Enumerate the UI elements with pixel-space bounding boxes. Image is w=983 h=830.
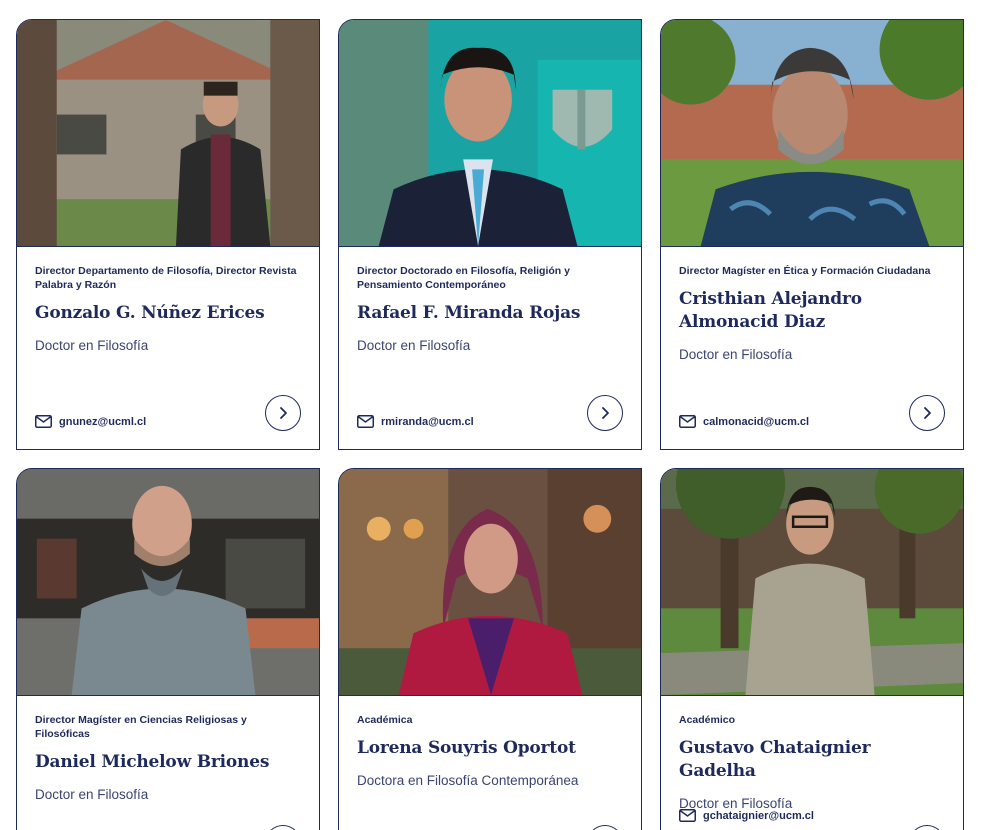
mail-icon [357,415,374,428]
profile-email[interactable]: calmonacid@ucm.cl [703,416,809,428]
mail-icon [35,415,52,428]
email-row: gchataignier@ucm.cl [679,809,814,822]
profile-card: Director Departamento de Filosofía, Dire… [16,19,320,450]
profile-name[interactable]: Lorena Souyris Oportot [357,737,623,760]
mail-icon [679,809,696,822]
profile-card: Académico Gustavo Chataignier Gadelha Do… [660,468,964,830]
profile-photo [661,469,963,696]
profile-degree: Doctor en Filosofía [679,347,793,362]
profile-role: Director Magíster en Ética y Formación C… [679,265,931,277]
profile-degree: Doctor en Filosofía [357,338,471,353]
profile-photo [17,469,319,696]
view-profile-button[interactable] [909,825,945,830]
profile-photo [339,469,641,696]
profile-name[interactable]: Rafael F. Miranda Rojas [357,302,623,325]
chevron-right-icon [280,407,287,419]
profile-photo [339,20,641,247]
view-profile-button[interactable] [909,395,945,431]
profile-card: Director Magíster en Ciencias Religiosas… [16,468,320,830]
profile-card: Académica Lorena Souyris Oportot Doctora… [338,468,642,830]
profile-role: Académica [357,714,413,726]
view-profile-button[interactable] [587,825,623,830]
profile-degree: Doctora en Filosofía Contemporánea [357,773,579,788]
email-row: calmonacid@ucm.cl [679,415,809,428]
email-row: rmiranda@ucm.cl [357,415,474,428]
email-row: gnunez@ucml.cl [35,415,146,428]
profile-email[interactable]: gchataignier@ucm.cl [703,810,814,822]
profile-card: Director Doctorado en Filosofía, Religió… [338,19,642,450]
view-profile-button[interactable] [265,395,301,431]
profile-card: Director Magíster en Ética y Formación C… [660,19,964,450]
profile-name[interactable]: Cristhian Alejandro Almonacid Diaz [679,288,945,334]
profile-role: Académico [679,714,736,726]
profile-name[interactable]: Gustavo Chataignier Gadelha [679,737,945,783]
profile-degree: Doctor en Filosofía [35,787,149,802]
chevron-right-icon [924,407,931,419]
profile-photo [17,20,319,247]
profile-role: Director Departamento de Filosofía, Dire… [35,265,297,291]
profile-email[interactable]: gnunez@ucml.cl [59,416,146,428]
profile-role: Director Doctorado en Filosofía, Religió… [357,265,570,291]
profile-photo [661,20,963,247]
mail-icon [679,415,696,428]
view-profile-button[interactable] [587,395,623,431]
profile-role: Director Magíster en Ciencias Religiosas… [35,714,247,740]
profile-name[interactable]: Daniel Michelow Briones [35,751,301,774]
profile-name[interactable]: Gonzalo G. Núñez Erices [35,302,301,325]
chevron-right-icon [602,407,609,419]
view-profile-button[interactable] [265,825,301,830]
profile-email[interactable]: rmiranda@ucm.cl [381,416,474,428]
profile-degree: Doctor en Filosofía [35,338,149,353]
